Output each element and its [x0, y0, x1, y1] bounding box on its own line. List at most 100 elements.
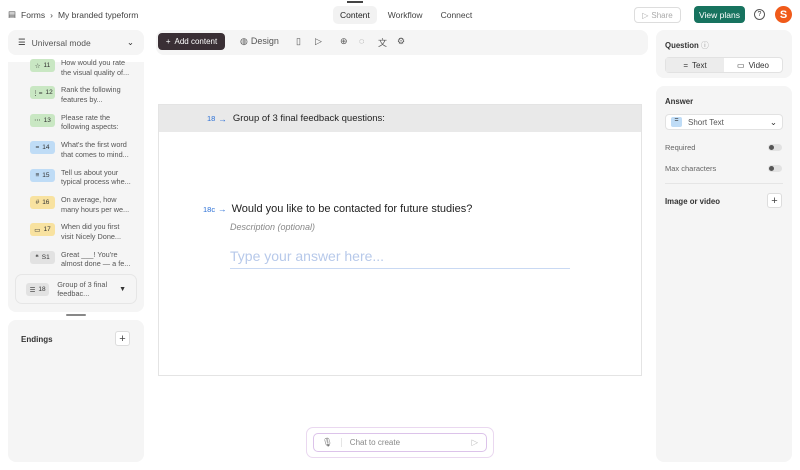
- question-list-item[interactable]: ≡ 15 Tell us about your typical process wh…: [30, 168, 133, 187]
- tab-connect[interactable]: Connect: [434, 6, 480, 24]
- design-label: Design: [250, 36, 279, 46]
- tab-video[interactable]: ▭ Video: [724, 58, 782, 72]
- endings-panel: Endings +: [8, 320, 144, 462]
- settings-icon[interactable]: ⚙: [397, 36, 405, 47]
- info-icon: ⓘ: [700, 41, 709, 50]
- mode-label: Universal mode: [31, 37, 91, 48]
- design-button[interactable]: ◍ Design: [240, 36, 279, 47]
- group-title[interactable]: Group of 3 final feedback questions:: [233, 113, 385, 124]
- max-characters-toggle[interactable]: [768, 165, 782, 172]
- breadcrumb-current[interactable]: My branded typeform: [58, 10, 138, 20]
- question-text: What's the first word that comes to mind…: [61, 140, 129, 159]
- send-icon[interactable]: ▷: [471, 437, 478, 448]
- question-text: Please rate the following aspects:: [61, 112, 119, 132]
- account-avatar[interactable]: S: [775, 6, 792, 23]
- question-type-badge: ☆ 11: [30, 59, 55, 72]
- question-type-badge: ⋮= 12: [30, 86, 55, 100]
- answer-type-dropdown[interactable]: = Short Text ⌄: [665, 114, 783, 130]
- required-toggle[interactable]: [768, 144, 782, 151]
- play-icon: ▷: [642, 10, 649, 20]
- arrow-right-icon: →: [218, 204, 227, 214]
- chevron-right-icon: ›: [50, 9, 53, 20]
- tab-text[interactable]: = Text: [666, 58, 724, 72]
- question-number: 14: [42, 144, 50, 152]
- question-type-icon: ❝: [35, 254, 39, 262]
- question-type-badge: ≡ 15: [30, 168, 55, 182]
- question-list: ☆ 11 How would you rate the visual quality…: [8, 58, 144, 312]
- resize-handle[interactable]: [66, 314, 86, 316]
- question-type-badge: ⋯ 13: [30, 113, 55, 127]
- tab-workflow[interactable]: Workflow: [381, 6, 430, 24]
- question-list-item[interactable]: ⋯ 13 Please rate the following aspects:: [30, 113, 133, 132]
- question-type-icon: #: [35, 199, 40, 206]
- question-type-icon: ⋮=: [32, 89, 43, 97]
- comment-icon[interactable]: ◌: [359, 36, 364, 46]
- question-list-item[interactable]: ⋮= 12 Rank the following features by...: [30, 85, 133, 104]
- group-badge: ☰ 18: [26, 283, 50, 296]
- description-field[interactable]: Description (optional): [230, 222, 315, 232]
- breadcrumb: ▤ Forms › My branded typeform: [8, 9, 138, 20]
- chevron-down-icon: ⌄: [769, 116, 777, 127]
- translate-icon[interactable]: 文: [378, 36, 387, 49]
- question-type-icon: ▭: [34, 226, 41, 234]
- forms-icon: ▤: [8, 9, 17, 19]
- question-type-badge: #16: [30, 196, 55, 209]
- question-text: On average, how many hours per we...: [61, 195, 130, 214]
- question-number: 11: [43, 62, 51, 69]
- max-characters-label: Max characters: [665, 164, 717, 173]
- chat-container: 🎙︎ Chat to create ▷: [306, 427, 494, 458]
- add-content-button[interactable]: + Add content: [158, 33, 225, 50]
- question-list-item[interactable]: ☆ 11 How would you rate the visual quality…: [30, 58, 133, 77]
- add-ending-button[interactable]: +: [115, 331, 130, 346]
- question-type-toggle: = Text ▭ Video: [665, 57, 783, 73]
- share-button[interactable]: ▷ Share: [634, 7, 681, 23]
- question-title[interactable]: Would you like to be contacted for futur…: [232, 203, 473, 215]
- question-number: 16: [42, 199, 50, 206]
- toolbar: + Add content ◍ Design ▯ ▷ ⊕ ◌ 文 ⚙: [156, 30, 648, 55]
- endings-label: Endings: [21, 335, 53, 344]
- question-type-badge: = 14: [30, 141, 55, 155]
- question-text: How would you rate the visual quality of…: [61, 58, 130, 77]
- add-image-video-button[interactable]: +: [767, 193, 782, 208]
- answer-input[interactable]: Type your answer here...: [230, 248, 570, 269]
- question-group-item[interactable]: ☰ 18 Group of 3 final feedbac... ▼: [15, 274, 137, 304]
- divider: [665, 183, 783, 184]
- answer-type-label: Short Text: [688, 117, 724, 127]
- mode-dropdown[interactable]: ☰ Universal mode ⌄: [8, 30, 144, 55]
- tab-content[interactable]: Content: [333, 1, 377, 24]
- logic-icon[interactable]: ⊕: [340, 36, 348, 47]
- question-text: Rank the following features by...: [61, 85, 121, 104]
- text-icon: =: [683, 60, 688, 70]
- nav-tabs: Content Workflow Connect: [333, 0, 479, 30]
- breadcrumb-forms[interactable]: Forms: [21, 10, 45, 20]
- question-list-item[interactable]: #16 On average, how many hours per we...: [30, 195, 133, 214]
- chat-input[interactable]: 🎙︎ Chat to create ▷: [313, 433, 487, 452]
- group-header: 18 → Group of 3 final feedback questions…: [159, 105, 641, 132]
- add-content-label: Add content: [174, 37, 218, 46]
- microphone-icon[interactable]: 🎙︎: [322, 437, 333, 448]
- chevron-down-icon: ⌄: [126, 37, 134, 47]
- mobile-preview-icon[interactable]: ▯: [296, 36, 301, 47]
- caret-down-icon[interactable]: ▼: [119, 286, 126, 293]
- share-label: Share: [651, 10, 673, 20]
- required-label: Required: [665, 143, 696, 152]
- mode-icon: ☰: [18, 37, 26, 47]
- question-number: 12: [45, 89, 53, 97]
- answer-panel: Answer = Short Text ⌄ Required Max chara…: [656, 86, 792, 462]
- question-list-item[interactable]: = 14 What's the first word that comes to m…: [30, 140, 133, 159]
- image-video-label: Image or video: [665, 197, 721, 206]
- view-plans-button[interactable]: View plans: [694, 6, 745, 23]
- question-text: Great ___! You're almost done — a fe...: [61, 249, 131, 269]
- question-text: Tell us about your typical process whe..…: [61, 167, 131, 187]
- question-type-icon: ⋯: [34, 117, 41, 125]
- video-icon: ▭: [737, 60, 745, 70]
- group-number: 18: [207, 114, 216, 123]
- question-list-item[interactable]: ❝ S1 Great ___! You're almost done — a fe.…: [30, 250, 133, 269]
- question-number: 18c: [203, 204, 216, 214]
- arrow-right-icon: →: [218, 113, 227, 124]
- question-list-item[interactable]: ▭ 17 When did you first visit Nicely Done.…: [30, 222, 133, 241]
- group-number: 18: [38, 286, 46, 293]
- help-icon[interactable]: ?: [754, 9, 765, 20]
- question-type-icon: ☆: [34, 62, 41, 70]
- play-preview-icon[interactable]: ▷: [315, 36, 322, 47]
